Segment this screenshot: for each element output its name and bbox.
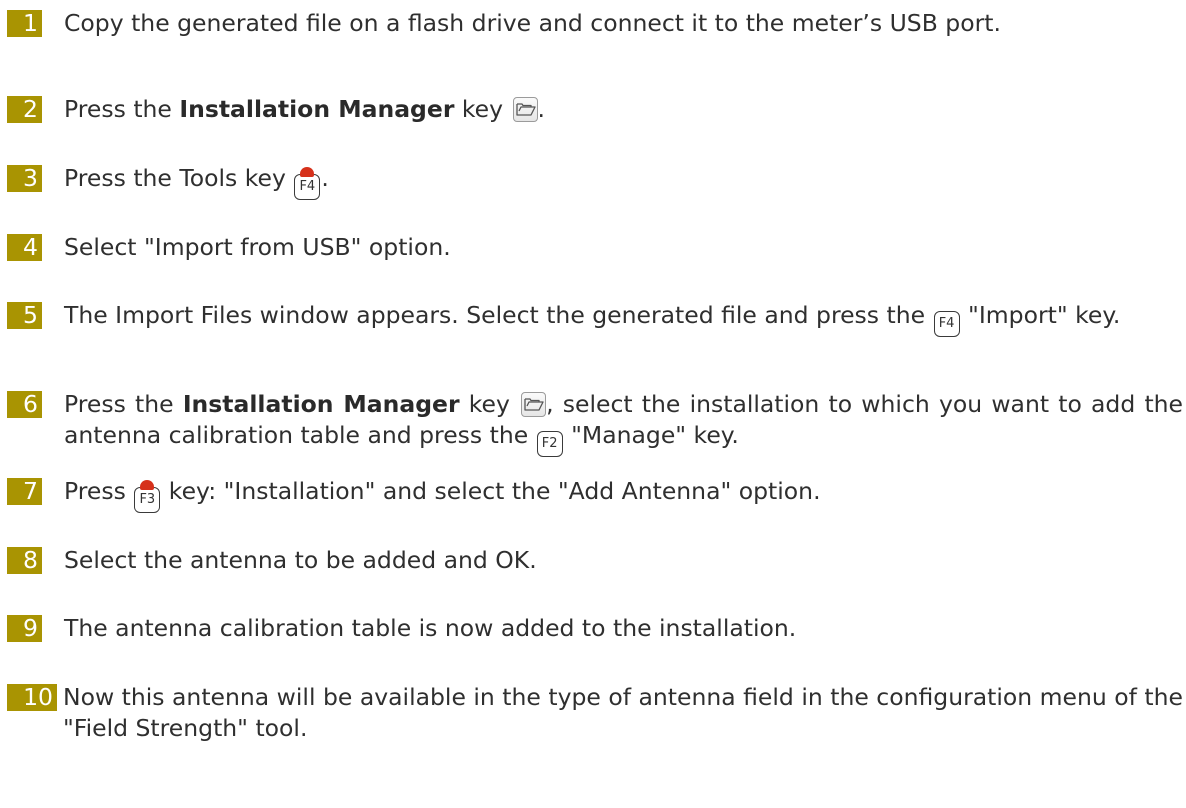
f4-key-icon: F4 <box>294 167 321 200</box>
step-number: 4 <box>7 234 42 261</box>
installation-manager-label: Installation Manager <box>179 95 455 123</box>
step-text-part: Press <box>64 477 134 505</box>
step-text-part: "Manage" key. <box>563 421 739 449</box>
step-text-part: . <box>537 95 545 123</box>
step-text: Press the Tools key F4. <box>7 163 1183 200</box>
step-text: Press the Installation Manager key . <box>7 94 1183 125</box>
installation-manager-label: Installation Manager <box>182 390 460 418</box>
step-10: 10 Now this antenna will be available in… <box>7 682 1183 744</box>
step-text: Copy the generated file on a flash drive… <box>64 9 1001 37</box>
step-text-part: key: "Installation" and select the "Add … <box>161 477 821 505</box>
step-number: 9 <box>7 615 42 642</box>
step-5: 5 The Import Files window appears. Selec… <box>7 300 1183 337</box>
step-text-part: key <box>454 95 504 123</box>
step-3: 3 Press the Tools key F4. <box>7 163 1183 200</box>
step-text-part: Press the <box>64 390 183 418</box>
step-text: The Import Files window appears. Select … <box>7 300 1183 337</box>
step-text-part: . <box>321 164 329 192</box>
f2-key-icon: F2 <box>536 431 563 457</box>
f4-key-icon: F4 <box>933 311 960 337</box>
f3-key-icon: F3 <box>134 480 161 513</box>
step-6: 6 Press the Installation Manager key , s… <box>7 389 1183 457</box>
step-text-part: "Import" key. <box>960 301 1121 329</box>
step-text: Select "Import from USB" option. <box>64 233 451 261</box>
step-number: 3 <box>7 165 42 192</box>
step-text-part: key <box>459 390 520 418</box>
step-text: Press the Installation Manager key , sel… <box>7 389 1183 457</box>
step-text: Now this antenna will be available in th… <box>63 683 1183 742</box>
step-2: 2 Press the Installation Manager key . <box>7 94 1183 125</box>
step-number: 8 <box>7 547 42 574</box>
folder-icon <box>521 392 547 417</box>
red-dot-icon <box>300 167 315 177</box>
step-number: 10 <box>7 684 57 711</box>
step-text-part: Press the Tools key <box>64 164 294 192</box>
step-1: 1 Copy the generated file on a flash dri… <box>7 8 1183 39</box>
step-text: The antenna calibration table is now add… <box>64 614 797 642</box>
step-9: 9 The antenna calibration table is now a… <box>7 613 1183 644</box>
step-4: 4 Select "Import from USB" option. <box>7 232 1183 263</box>
step-text: Select the antenna to be added and OK. <box>64 546 537 574</box>
step-number: 2 <box>7 96 42 123</box>
step-7: 7 Press F3 key: "Installation" and selec… <box>7 476 1183 513</box>
step-text-part: Press the <box>64 95 180 123</box>
step-number: 1 <box>7 10 42 37</box>
folder-icon <box>512 97 538 122</box>
step-text-part: The Import Files window appears. Select … <box>64 301 933 329</box>
step-number: 5 <box>7 302 42 329</box>
red-dot-icon <box>140 480 155 490</box>
step-number: 6 <box>7 391 42 418</box>
step-8: 8 Select the antenna to be added and OK. <box>7 545 1183 576</box>
step-text: Press F3 key: "Installation" and select … <box>7 476 1183 513</box>
step-number: 7 <box>7 478 42 505</box>
